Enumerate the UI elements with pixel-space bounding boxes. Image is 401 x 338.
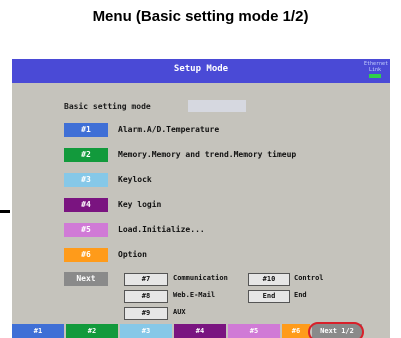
link-label: Link: [368, 67, 382, 73]
softkey-4[interactable]: #4: [174, 324, 226, 338]
pointer-line: [0, 210, 10, 213]
section-title: Basic setting mode: [64, 102, 151, 111]
menu-key-3[interactable]: #3: [64, 173, 108, 187]
sub-key-8[interactable]: #8: [124, 290, 168, 303]
sub-label-end: End: [294, 291, 307, 299]
menu-label-alarm: Alarm.A/D.Temperature: [118, 125, 220, 134]
next-key[interactable]: Next: [64, 272, 108, 286]
menu-label-load-initialize: Load.Initialize...: [118, 225, 205, 234]
device-screen: Setup Mode Ethernet Link Basic setting m…: [12, 59, 390, 338]
menu-key-5[interactable]: #5: [64, 223, 108, 237]
sub-key-9[interactable]: #9: [124, 307, 168, 320]
menu-key-1[interactable]: #1: [64, 123, 108, 137]
sub-key-10[interactable]: #10: [248, 273, 290, 286]
sub-label-aux: AUX: [173, 308, 186, 316]
page-caption: Menu (Basic setting mode 1/2): [92, 8, 309, 25]
title-bar: Setup Mode Ethernet Link: [12, 59, 390, 83]
menu-label-keylock: Keylock: [118, 175, 152, 184]
sub-key-7[interactable]: #7: [124, 273, 168, 286]
window-title: Setup Mode: [173, 64, 229, 74]
menu-key-4[interactable]: #4: [64, 198, 108, 212]
ethernet-indicator: Ethernet Link: [364, 61, 388, 80]
menu-key-2[interactable]: #2: [64, 148, 108, 162]
link-led-icon: [369, 74, 381, 78]
softkey-6[interactable]: #6: [282, 324, 310, 338]
softkey-1[interactable]: #1: [12, 324, 64, 338]
menu-label-key-login: Key login: [118, 200, 162, 209]
softkey-5[interactable]: #5: [228, 324, 280, 338]
softkey-2[interactable]: #2: [66, 324, 118, 338]
sub-label-control: Control: [294, 274, 324, 282]
sub-key-end[interactable]: End: [248, 290, 290, 303]
next-highlight-ring: [308, 322, 364, 338]
sub-label-communication: Communication: [173, 274, 228, 282]
sub-label-web-email: Web.E-Mail: [173, 291, 216, 299]
menu-label-option: Option: [118, 250, 147, 259]
softkey-3[interactable]: #3: [120, 324, 172, 338]
menu-key-6[interactable]: #6: [64, 248, 108, 262]
section-value-box: [188, 100, 246, 112]
menu-label-memory: Memory.Memory and trend.Memory timeup: [118, 150, 297, 159]
